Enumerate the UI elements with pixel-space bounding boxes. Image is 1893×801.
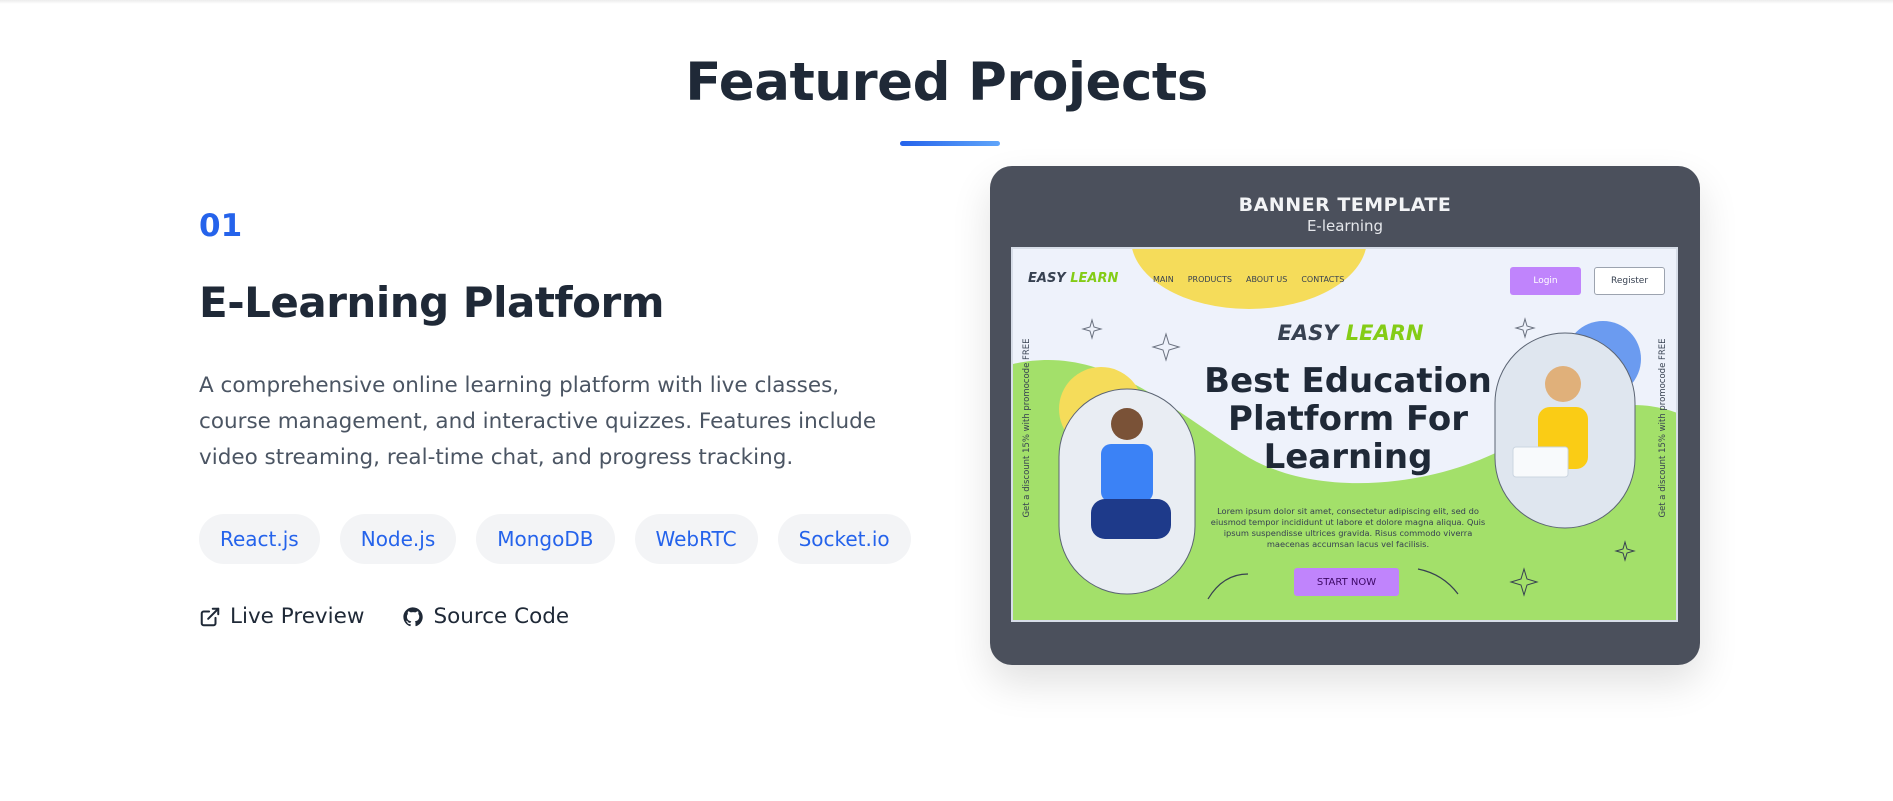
banner-body-text: Lorem ipsum dolor sit amet, consectetur … — [1210, 506, 1486, 549]
github-icon — [403, 606, 424, 626]
banner-nav-item: CONTACTS — [1301, 275, 1345, 284]
live-preview-label: Live Preview — [230, 604, 365, 629]
banner-nav-item: PRODUCTS — [1187, 275, 1232, 284]
external-link-icon — [200, 607, 220, 626]
banner-start-button: START NOW — [1294, 568, 1399, 596]
banner-register-button: Register — [1594, 267, 1665, 295]
tech-tag: MongoDB — [476, 514, 615, 564]
preview-screenshot: EASY LEARN MAIN PRODUCTS ABOUT US CONTAC… — [1011, 247, 1678, 622]
project-description: A comprehensive online learning platform… — [199, 373, 877, 470]
project-preview-card[interactable]: BANNER TEMPLATE E-learning EASY LEARN MA… — [990, 166, 1700, 665]
banner-nav-item: MAIN — [1153, 275, 1174, 284]
tech-tag: Socket.io — [777, 514, 911, 564]
banner-brand: EASY LEARN — [1277, 321, 1424, 345]
preview-header-subtitle: E-learning — [1306, 217, 1384, 235]
preview-header: BANNER TEMPLATE E-learning — [990, 194, 1700, 235]
header-shadow — [0, 0, 1893, 4]
tech-tag: Node.js — [339, 514, 457, 564]
banner-side-text-left: Get a discount 15% with promocode FREE — [1022, 338, 1032, 518]
tech-tags: React.js Node.js MongoDB WebRTC Socket.i… — [199, 514, 911, 564]
banner-side-text-right: Get a discount 15% with promocode FREE — [1658, 338, 1668, 518]
project-number: 01 — [199, 208, 243, 244]
project-links: Live Preview Source Code — [199, 604, 569, 629]
source-code-link[interactable]: Source Code — [402, 604, 569, 629]
live-preview-link[interactable]: Live Preview — [199, 604, 364, 629]
project-title: E-Learning Platform — [199, 278, 665, 327]
section-title: Featured Projects — [685, 52, 1208, 113]
source-code-label: Source Code — [433, 604, 570, 629]
banner-login-button: Login — [1510, 267, 1581, 295]
tech-tag: React.js — [199, 514, 320, 564]
banner-nav-item: ABOUT US — [1245, 275, 1288, 284]
preview-header-title: BANNER TEMPLATE — [1238, 194, 1452, 216]
title-underline — [900, 141, 1000, 146]
banner-headline: Best Education Platform For Learning — [1204, 361, 1492, 477]
banner-logo: EASY LEARN — [1028, 271, 1119, 286]
tech-tag: WebRTC — [634, 514, 758, 564]
banner-nav: MAIN PRODUCTS ABOUT US CONTACTS — [1153, 275, 1344, 284]
